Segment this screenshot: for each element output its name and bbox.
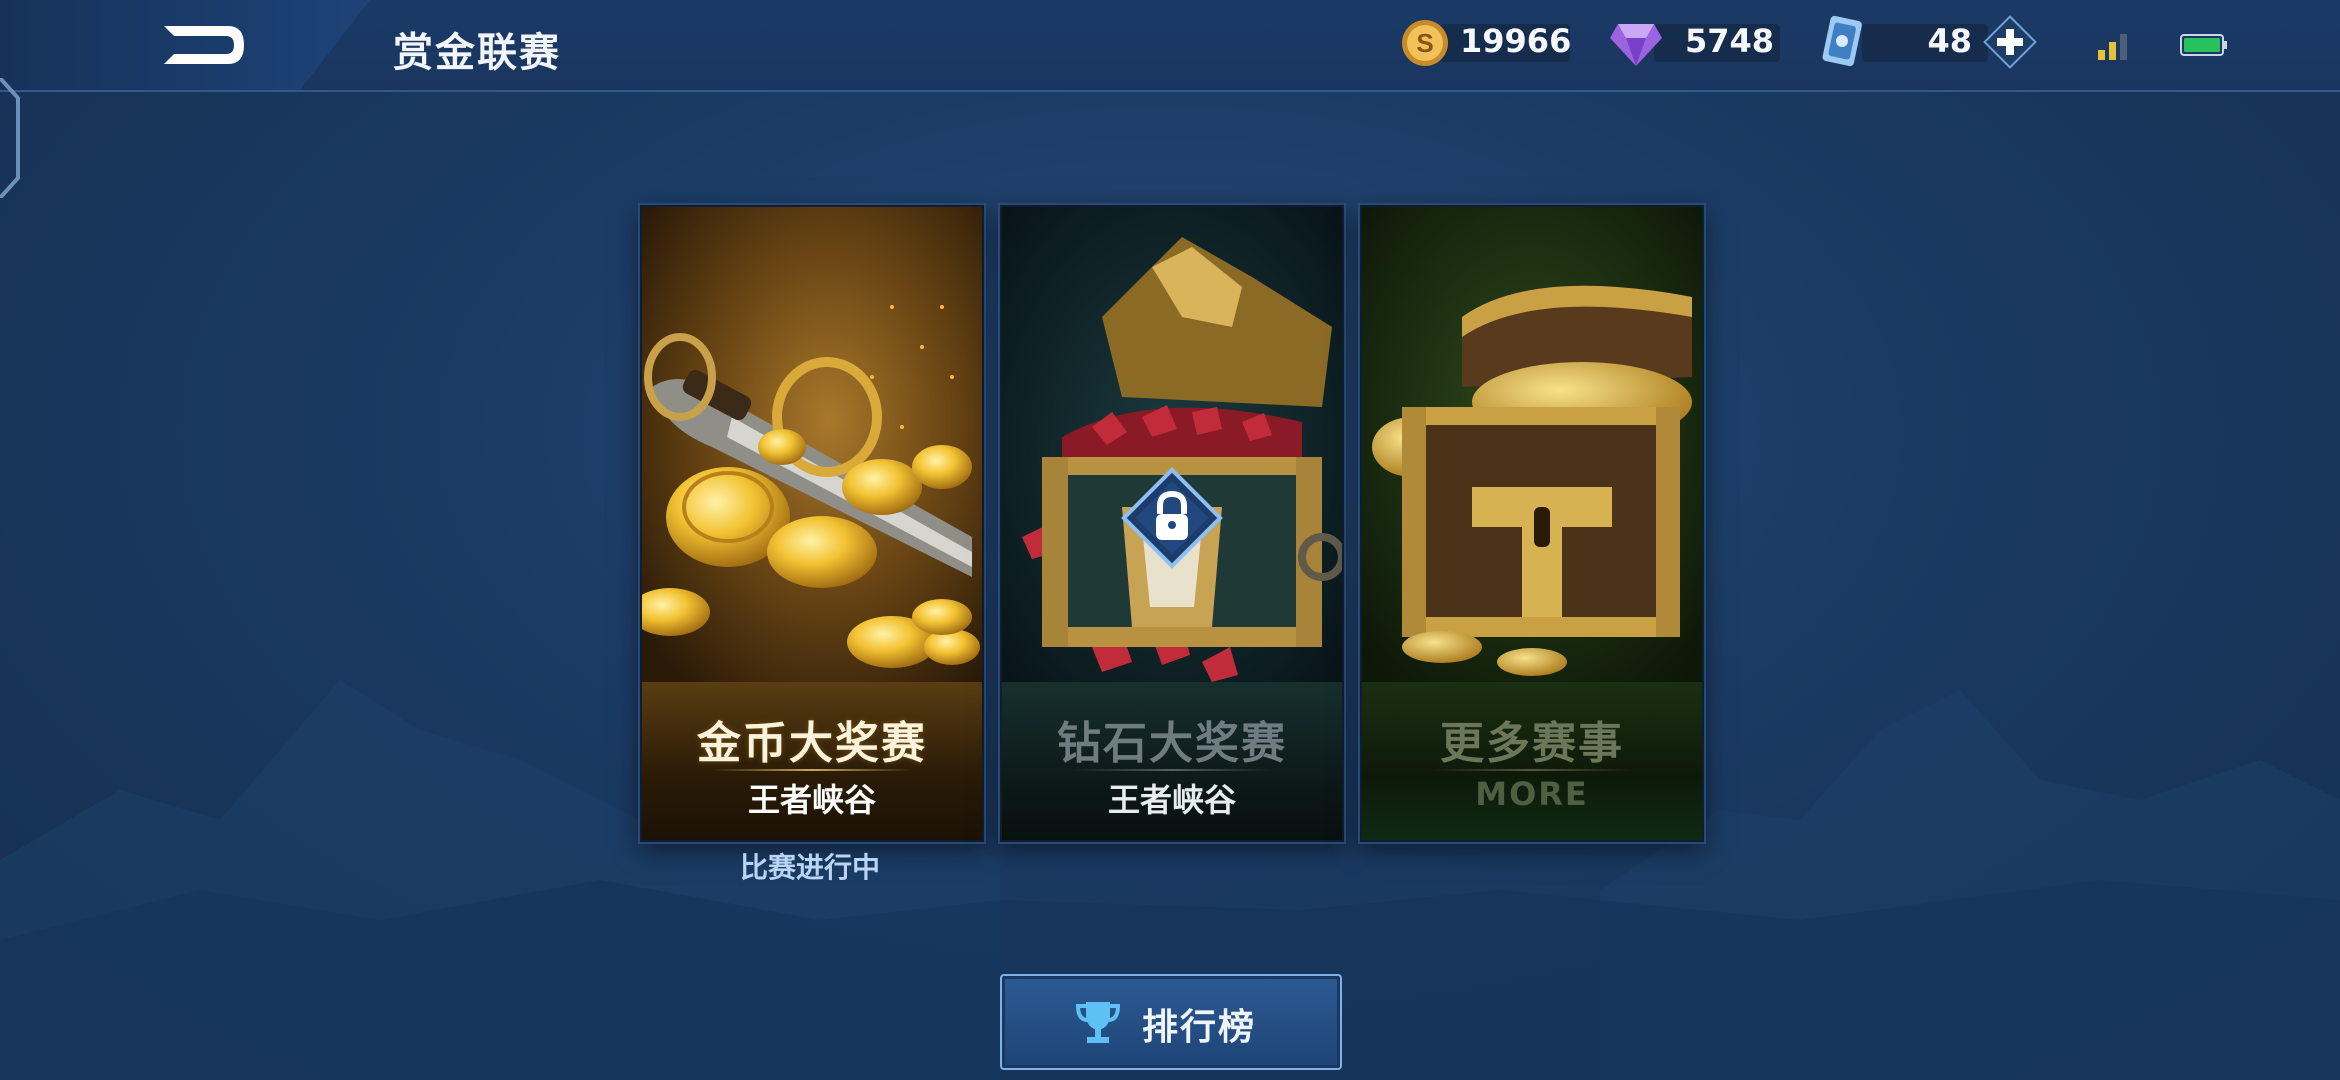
plus-icon[interactable] (1982, 14, 2038, 70)
card-subtitle: 王者峡谷 (747, 781, 876, 819)
side-drawer-tab[interactable] (0, 78, 24, 198)
gold-value: 19966 (1460, 22, 1572, 60)
signal-icon (2098, 34, 2127, 60)
diamond-icon (1610, 24, 1662, 66)
trophy-icon (1075, 1002, 1121, 1043)
match-status: 比赛进行中 (739, 851, 880, 884)
card-subtitle: 王者峡谷 (1107, 781, 1236, 819)
diamond-chest-art (1002, 207, 1342, 682)
ticket-card-icon (1822, 15, 1862, 67)
top-bar: 赏金联赛 S 19966 5748 48 (0, 0, 2340, 92)
card-divider (1072, 769, 1272, 771)
leaderboard-label: 排行榜 (1142, 1007, 1257, 1048)
card-title: 钻石大奖赛 (1057, 718, 1287, 769)
leaderboard-button[interactable]: 排行榜 (1000, 974, 1342, 1070)
gold-coin-icon: S (1402, 20, 1448, 66)
card-diamond-tournament[interactable]: 钻石大奖赛 王者峡谷 (1000, 205, 1344, 842)
lock-icon (1121, 467, 1223, 569)
battery-icon (2180, 34, 2227, 56)
diamond-value: 5748 (1684, 22, 1774, 60)
card-title: 更多赛事 (1440, 718, 1624, 769)
ticket-value: 48 (1927, 22, 1972, 60)
gold-coins-sword-art (642, 207, 982, 682)
card-title: 金币大奖赛 (697, 718, 927, 769)
card-divider (712, 769, 912, 771)
treasure-chest-art (1362, 207, 1702, 682)
svg-text:S: S (1416, 28, 1433, 58)
card-divider (1432, 769, 1632, 771)
page-title: 赏金联赛 (393, 30, 561, 76)
card-gold-tournament[interactable]: 金币大奖赛 王者峡谷 (640, 205, 984, 842)
card-more-events[interactable]: 更多赛事 MORE (1360, 205, 1704, 842)
back-arrow-icon[interactable] (150, 16, 250, 74)
card-subtitle: MORE (1475, 775, 1589, 813)
